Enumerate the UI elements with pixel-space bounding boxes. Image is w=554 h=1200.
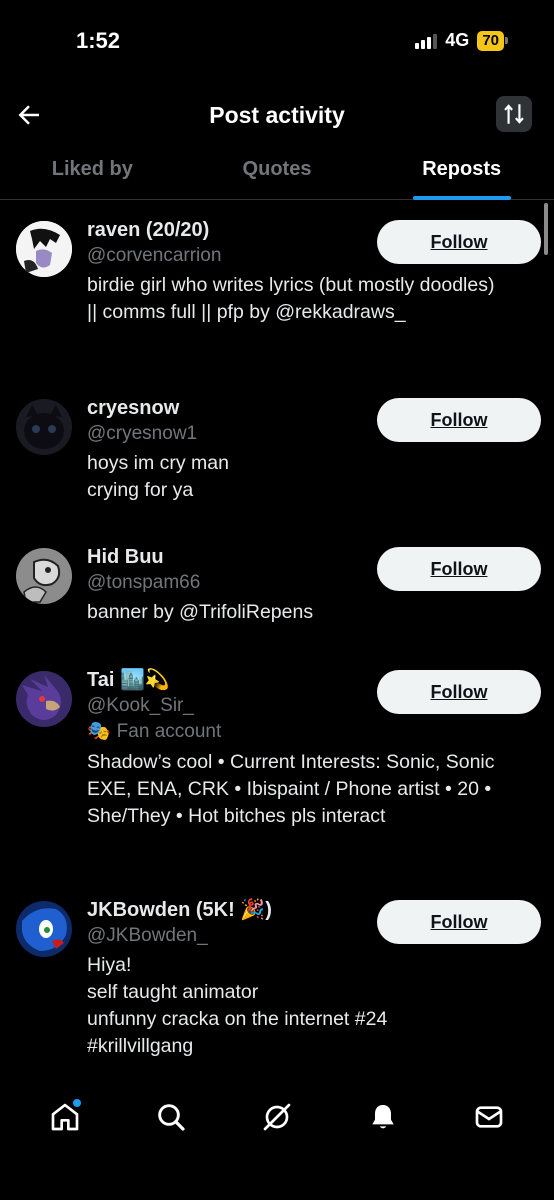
- active-tab-indicator: [412, 196, 511, 200]
- follow-button[interactable]: Follow: [377, 670, 541, 714]
- user-bio: Shadow’s cool • Current Interests: Sonic…: [87, 751, 495, 827]
- sort-arrows-icon: [504, 104, 524, 124]
- follow-button[interactable]: Follow: [377, 547, 541, 591]
- page-title: Post activity: [209, 102, 345, 128]
- fan-account-label: 🎭 Fan account: [87, 718, 517, 745]
- list-item[interactable]: Tai 🏙️💫 @Kook_Sir_ 🎭 Fan account Shadow’…: [0, 667, 554, 857]
- follow-button[interactable]: Follow: [377, 220, 541, 264]
- user-bio: Hiya! self taught animator unfunny crack…: [87, 954, 388, 1057]
- mail-icon: [475, 1106, 503, 1128]
- bell-icon: [372, 1105, 394, 1129]
- battery-level: 70: [477, 30, 504, 51]
- top-bar: Post activity: [0, 92, 554, 138]
- scrollbar[interactable]: [544, 203, 548, 255]
- nav-search[interactable]: [147, 1093, 195, 1141]
- avatar[interactable]: [16, 901, 72, 957]
- list-item[interactable]: raven (20/20) @corvencarrion birdie girl…: [0, 217, 554, 377]
- user-bio: hoys im cry man crying for ya: [87, 452, 229, 501]
- network-type: 4G: [445, 30, 470, 50]
- avatar[interactable]: [16, 399, 72, 455]
- sort-button[interactable]: [496, 96, 532, 132]
- fan-account-text: Fan account: [116, 721, 222, 742]
- tab-reposts[interactable]: Reposts: [369, 140, 554, 200]
- status-bar: 1:52 4G 70: [0, 0, 554, 84]
- user-bio: birdie girl who writes lyrics (but mostl…: [87, 274, 495, 323]
- list-item[interactable]: JKBowden (5K! 🎉) @JKBowden_ Hiya! self t…: [0, 897, 554, 1071]
- list-item[interactable]: Hid Buu @tonspam66 banner by @TrifoliRep…: [0, 544, 554, 644]
- search-icon: [158, 1104, 185, 1131]
- follow-button[interactable]: Follow: [377, 398, 541, 442]
- signal-icon: [415, 33, 438, 49]
- nav-notifications[interactable]: [359, 1093, 407, 1141]
- grok-icon: [263, 1103, 291, 1131]
- tab-label: Reposts: [422, 158, 502, 180]
- nav-messages[interactable]: [465, 1093, 513, 1141]
- follow-button[interactable]: Follow: [377, 900, 541, 944]
- tab-label: Quotes: [242, 158, 312, 180]
- bottom-nav: [0, 1086, 554, 1148]
- status-indicators: 4G 70: [415, 30, 508, 51]
- user-bio: banner by @TrifoliRepens: [87, 601, 314, 623]
- nav-grok[interactable]: [253, 1093, 301, 1141]
- avatar[interactable]: [16, 548, 72, 604]
- tab-label: Liked by: [51, 158, 133, 180]
- masks-icon: 🎭: [87, 721, 111, 742]
- list-item[interactable]: cryesnow @cryesnow1 hoys im cry man cryi…: [0, 395, 554, 515]
- notification-dot: [73, 1099, 81, 1107]
- user-list[interactable]: raven (20/20) @corvencarrion birdie girl…: [0, 201, 554, 1071]
- avatar[interactable]: [16, 221, 72, 277]
- tab-bar: Liked by Quotes Reposts: [0, 140, 554, 200]
- tab-liked-by[interactable]: Liked by: [0, 140, 185, 199]
- status-time: 1:52: [76, 28, 121, 53]
- avatar[interactable]: [16, 671, 72, 727]
- nav-home[interactable]: [41, 1093, 89, 1141]
- tab-quotes[interactable]: Quotes: [185, 140, 370, 199]
- battery-icon: 70: [477, 30, 508, 51]
